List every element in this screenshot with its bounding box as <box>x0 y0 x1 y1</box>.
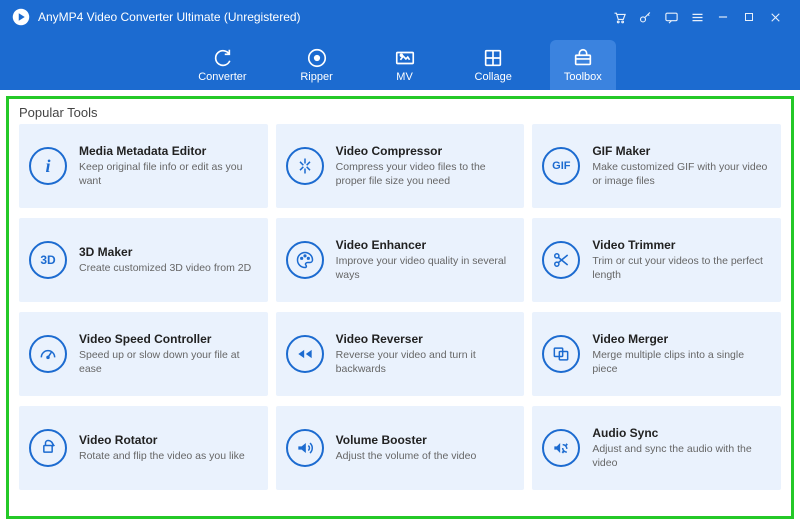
tool-text: Video Reverser Reverse your video and tu… <box>336 332 513 376</box>
rewind-icon <box>286 335 324 373</box>
merge-icon <box>542 335 580 373</box>
collage-icon <box>482 47 504 69</box>
maximize-button[interactable] <box>736 4 762 30</box>
tools-grid: i Media Metadata Editor Keep original fi… <box>19 124 781 490</box>
tool-desc: Trim or cut your videos to the perfect l… <box>592 255 769 282</box>
tool-desc: Merge multiple clips into a single piece <box>592 349 769 376</box>
tool-title: Media Metadata Editor <box>79 144 256 158</box>
tool-title: GIF Maker <box>592 144 769 158</box>
sync-icon <box>542 429 580 467</box>
tool-video-speed-controller[interactable]: Video Speed Controller Speed up or slow … <box>19 312 268 396</box>
tab-converter[interactable]: Converter <box>184 40 260 90</box>
scissors-icon <box>542 241 580 279</box>
tool-video-enhancer[interactable]: Video Enhancer Improve your video qualit… <box>276 218 525 302</box>
tool-3d-maker[interactable]: 3D 3D Maker Create customized 3D video f… <box>19 218 268 302</box>
tools-panel: Popular Tools i Media Metadata Editor Ke… <box>6 96 794 519</box>
3d-icon: 3D <box>29 241 67 279</box>
tool-text: Video Speed Controller Speed up or slow … <box>79 332 256 376</box>
tool-text: Video Compressor Compress your video fil… <box>336 144 513 188</box>
converter-icon <box>211 47 233 69</box>
tool-desc: Improve your video quality in several wa… <box>336 255 513 282</box>
content-area: Popular Tools i Media Metadata Editor Ke… <box>0 90 800 525</box>
app-title: AnyMP4 Video Converter Ultimate (Unregis… <box>38 10 301 24</box>
ripper-icon <box>306 47 328 69</box>
tool-video-rotator[interactable]: Video Rotator Rotate and flip the video … <box>19 406 268 490</box>
gif-icon: GIF <box>542 147 580 185</box>
tool-video-compressor[interactable]: Video Compressor Compress your video fil… <box>276 124 525 208</box>
feedback-icon[interactable] <box>658 4 684 30</box>
tool-title: Video Enhancer <box>336 238 513 252</box>
mv-icon <box>394 47 416 69</box>
tool-title: 3D Maker <box>79 245 256 259</box>
tool-video-merger[interactable]: Video Merger Merge multiple clips into a… <box>532 312 781 396</box>
tab-label: MV <box>396 71 413 83</box>
tool-media-metadata-editor[interactable]: i Media Metadata Editor Keep original fi… <box>19 124 268 208</box>
tool-audio-sync[interactable]: Audio Sync Adjust and sync the audio wit… <box>532 406 781 490</box>
tool-text: Media Metadata Editor Keep original file… <box>79 144 256 188</box>
tool-desc: Adjust the volume of the video <box>336 450 513 464</box>
tool-title: Video Rotator <box>79 433 256 447</box>
tool-desc: Create customized 3D video from 2D <box>79 262 256 276</box>
tool-desc: Make customized GIF with your video or i… <box>592 161 769 188</box>
titlebar: AnyMP4 Video Converter Ultimate (Unregis… <box>0 0 800 34</box>
tool-desc: Compress your video files to the proper … <box>336 161 513 188</box>
cart-icon[interactable] <box>606 4 632 30</box>
minimize-button[interactable] <box>710 4 736 30</box>
tool-desc: Speed up or slow down your file at ease <box>79 349 256 376</box>
tab-label: Ripper <box>300 71 332 83</box>
tool-volume-booster[interactable]: Volume Booster Adjust the volume of the … <box>276 406 525 490</box>
tool-text: Volume Booster Adjust the volume of the … <box>336 433 513 464</box>
menu-icon[interactable] <box>684 4 710 30</box>
tool-title: Video Reverser <box>336 332 513 346</box>
tool-text: Video Enhancer Improve your video qualit… <box>336 238 513 282</box>
volume-icon <box>286 429 324 467</box>
gauge-icon <box>29 335 67 373</box>
tool-text: Audio Sync Adjust and sync the audio wit… <box>592 426 769 470</box>
tab-ripper[interactable]: Ripper <box>285 40 349 90</box>
tool-title: Video Compressor <box>336 144 513 158</box>
info-icon: i <box>29 147 67 185</box>
tool-video-trimmer[interactable]: Video Trimmer Trim or cut your videos to… <box>532 218 781 302</box>
tool-title: Video Speed Controller <box>79 332 256 346</box>
tab-mv[interactable]: MV <box>373 40 437 90</box>
compress-icon <box>286 147 324 185</box>
palette-icon <box>286 241 324 279</box>
tool-desc: Keep original file info or edit as you w… <box>79 161 256 188</box>
tool-text: GIF Maker Make customized GIF with your … <box>592 144 769 188</box>
app-logo-icon <box>12 8 30 26</box>
tool-title: Video Merger <box>592 332 769 346</box>
tool-video-reverser[interactable]: Video Reverser Reverse your video and tu… <box>276 312 525 396</box>
tool-text: 3D Maker Create customized 3D video from… <box>79 245 256 276</box>
tab-toolbox[interactable]: Toolbox <box>550 40 616 90</box>
tab-label: Converter <box>198 71 246 83</box>
tab-collage[interactable]: Collage <box>461 40 526 90</box>
tab-label: Toolbox <box>564 71 602 83</box>
tool-text: Video Merger Merge multiple clips into a… <box>592 332 769 376</box>
tool-gif-maker[interactable]: GIF GIF Maker Make customized GIF with y… <box>532 124 781 208</box>
tool-text: Video Trimmer Trim or cut your videos to… <box>592 238 769 282</box>
rotate-icon <box>29 429 67 467</box>
tool-title: Video Trimmer <box>592 238 769 252</box>
tool-text: Video Rotator Rotate and flip the video … <box>79 433 256 464</box>
close-button[interactable] <box>762 4 788 30</box>
section-title: Popular Tools <box>19 105 781 120</box>
tool-desc: Reverse your video and turn it backwards <box>336 349 513 376</box>
tool-desc: Rotate and flip the video as you like <box>79 450 256 464</box>
toolbox-icon <box>572 47 594 69</box>
tool-title: Volume Booster <box>336 433 513 447</box>
tab-label: Collage <box>475 71 512 83</box>
tool-desc: Adjust and sync the audio with the video <box>592 443 769 470</box>
main-tabs: Converter Ripper MV Collage Toolbox <box>0 34 800 90</box>
tool-title: Audio Sync <box>592 426 769 440</box>
key-icon[interactable] <box>632 4 658 30</box>
